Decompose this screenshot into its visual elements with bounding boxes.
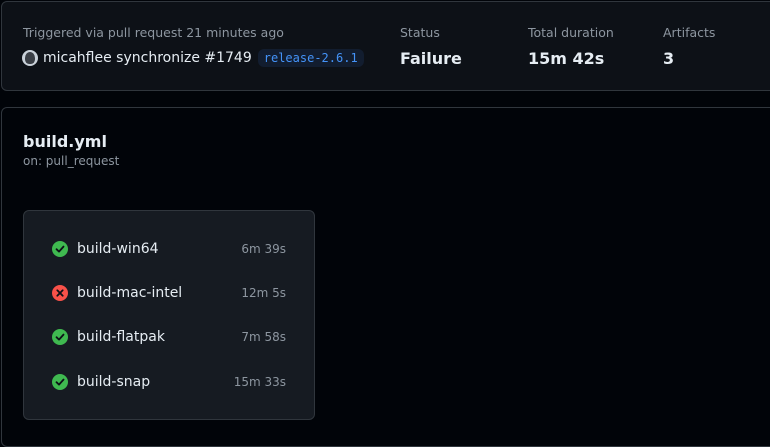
total-duration-value: 15m 42s	[528, 49, 605, 68]
check-circle-icon	[52, 374, 68, 390]
job-name: build-snap	[77, 374, 151, 390]
job-build-mac-intel[interactable]: build-mac-intel 12m 5s	[24, 277, 314, 309]
workflow-graph-panel: build.yml on: pull_request build-win64 6…	[1, 107, 770, 447]
job-list: build-win64 6m 39s build-mac-intel 12m 5…	[23, 210, 315, 420]
job-duration: 15m 33s	[233, 375, 286, 389]
job-name: build-flatpak	[77, 329, 165, 345]
x-circle-icon	[52, 285, 68, 301]
job-build-snap[interactable]: build-snap 15m 33s	[24, 366, 314, 398]
job-duration: 6m 39s	[241, 242, 286, 256]
job-duration: 7m 58s	[241, 330, 286, 344]
artifacts-label: Artifacts	[663, 25, 716, 40]
check-circle-icon	[52, 329, 68, 345]
job-build-flatpak[interactable]: build-flatpak 7m 58s	[24, 321, 314, 353]
run-summary-panel: Triggered via pull request 21 minutes ag…	[1, 1, 770, 91]
trigger-row: micahflee synchronize #1749 release-2.6.…	[22, 47, 364, 69]
branch-tag[interactable]: release-2.6.1	[257, 49, 364, 67]
job-duration: 12m 5s	[241, 286, 286, 300]
job-build-win64[interactable]: build-win64 6m 39s	[24, 233, 314, 265]
status-label: Status	[400, 25, 440, 40]
user-avatar[interactable]	[22, 50, 38, 66]
artifacts-value[interactable]: 3	[663, 49, 674, 68]
workflow-trigger: on: pull_request	[23, 154, 120, 168]
workflow-name: build.yml	[23, 132, 107, 151]
check-circle-icon	[52, 241, 68, 257]
job-name: build-win64	[77, 241, 159, 257]
trigger-description[interactable]: micahflee synchronize #1749	[43, 50, 252, 66]
status-value: Failure	[400, 49, 462, 68]
job-name: build-mac-intel	[77, 285, 183, 301]
trigger-info: Triggered via pull request 21 minutes ag…	[23, 25, 284, 40]
total-duration-label: Total duration	[528, 25, 614, 40]
